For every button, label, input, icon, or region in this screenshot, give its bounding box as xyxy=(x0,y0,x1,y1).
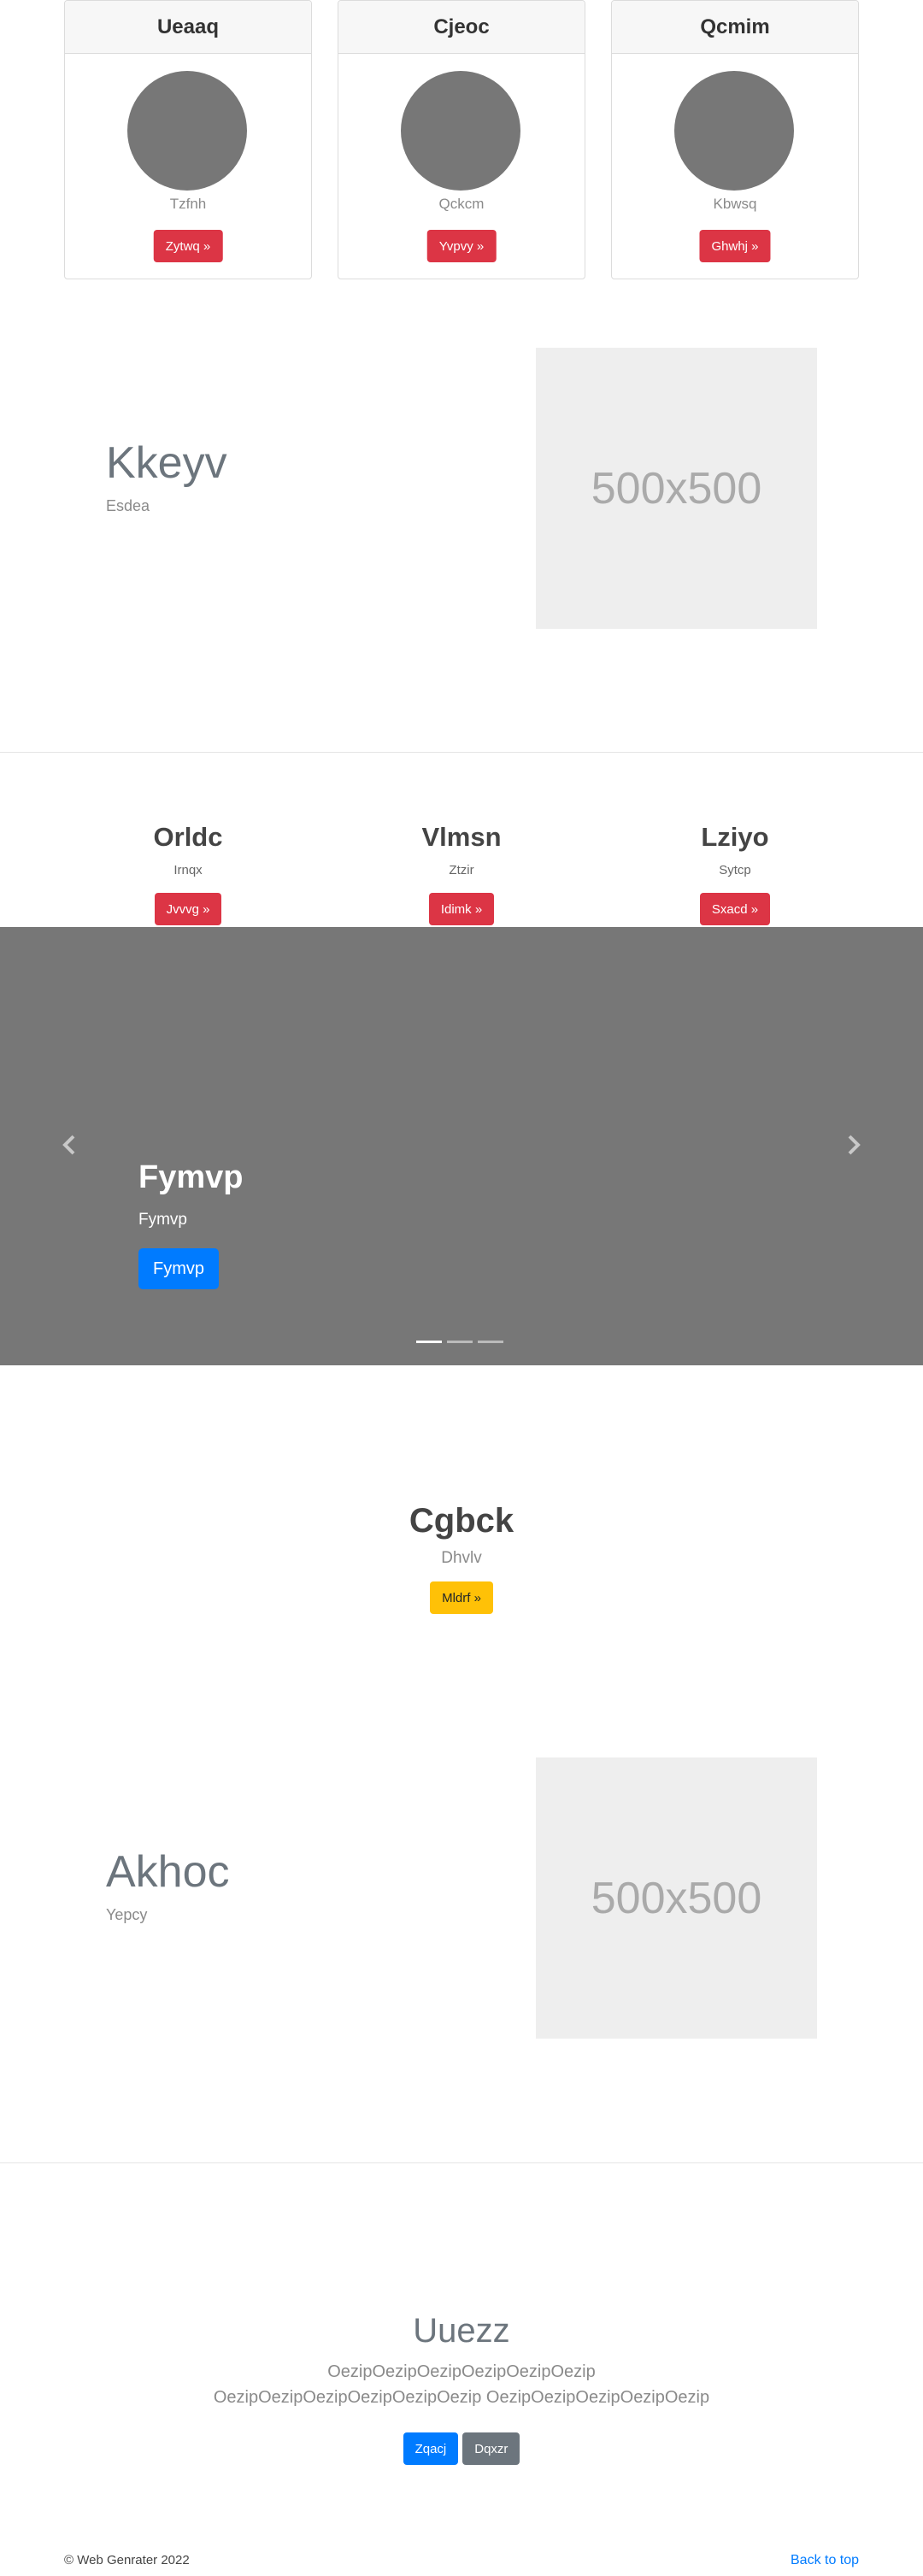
chevron-left-icon[interactable] xyxy=(56,1132,82,1158)
marketing-column: Orldc Irnqx Jvvvg » xyxy=(60,822,316,925)
card: Cjeoc Qckcm Yvpvy » xyxy=(338,0,585,279)
card-button[interactable]: Ghwhj » xyxy=(699,230,771,262)
footer-copyright: © Web Genrater 2022 xyxy=(64,2553,190,2567)
chevron-right-icon[interactable] xyxy=(841,1132,867,1158)
jumbotron: Uuezz OezipOezipOezipOezipOezipOezip Oez… xyxy=(0,2312,923,2465)
card-subtitle: Kbwsq xyxy=(713,196,757,212)
promo-title: Cgbck xyxy=(409,1502,514,1540)
carousel-indicator[interactable] xyxy=(478,1341,503,1343)
card-subtitle: Tzfnh xyxy=(169,196,207,212)
card-title: Cjeoc xyxy=(338,1,585,54)
column-button[interactable]: Sxacd » xyxy=(699,893,771,925)
promo-button[interactable]: Mldrf » xyxy=(430,1581,493,1614)
feature-subheading: Esdea xyxy=(106,497,150,514)
column-button[interactable]: Jvvvg » xyxy=(154,893,222,925)
carousel: Fymvp Fymvp Fymvp xyxy=(0,927,923,1365)
card-title: Qcmim xyxy=(612,1,858,54)
column-title: Orldc xyxy=(153,822,223,852)
card: Qcmim Kbwsq Ghwhj » xyxy=(611,0,859,279)
column-text: Sytcp xyxy=(719,863,751,877)
column-button[interactable]: Idimk » xyxy=(428,893,495,925)
marketing-column: Vlmsn Ztzir Idimk » xyxy=(333,822,590,925)
carousel-indicator[interactable] xyxy=(416,1341,442,1343)
promo-section: Cgbck Dhvlv Mldrf » xyxy=(0,1502,923,1614)
jumbotron-actions: Zqacj Dqxzr xyxy=(0,2432,923,2465)
card-button[interactable]: Zytwq » xyxy=(153,230,223,262)
card-image xyxy=(674,71,794,191)
divider xyxy=(0,2162,923,2163)
divider xyxy=(0,752,923,753)
placeholder-image: 500x500 xyxy=(536,1757,817,2039)
feature-subheading: Yepcy xyxy=(106,1906,148,1923)
column-text: Irnqx xyxy=(173,863,203,877)
card-image xyxy=(401,71,520,191)
card: Ueaaq Tzfnh Zytwq » xyxy=(64,0,312,279)
carousel-button[interactable]: Fymvp xyxy=(138,1248,219,1289)
card-subtitle: Qckcm xyxy=(438,196,485,212)
card-image xyxy=(127,71,247,191)
column-text: Ztzir xyxy=(449,863,474,877)
jumbotron-text: OezipOezipOezipOezipOezipOezip OezipOezi… xyxy=(213,2362,710,2407)
carousel-indicators xyxy=(416,1341,503,1343)
feature-heading: Kkeyv xyxy=(106,438,227,488)
back-to-top-link[interactable]: Back to top xyxy=(791,2553,859,2568)
column-title: Vlmsn xyxy=(421,822,502,852)
feature-heading: Akhoc xyxy=(106,1847,230,1897)
carousel-caption-title: Fymvp xyxy=(138,1159,244,1195)
marketing-column: Lziyo Sytcp Sxacd » xyxy=(607,822,863,925)
carousel-indicator[interactable] xyxy=(447,1341,473,1343)
column-title: Lziyo xyxy=(701,822,769,852)
promo-subtitle: Dhvlv xyxy=(441,1549,482,1567)
card-deck: Ueaaq Tzfnh Zytwq » Cjeoc Qckcm Yvpvy » … xyxy=(64,0,859,279)
jumbotron-title: Uuezz xyxy=(413,2312,510,2350)
primary-button[interactable]: Zqacj xyxy=(403,2432,459,2465)
secondary-button[interactable]: Dqxzr xyxy=(462,2432,520,2465)
carousel-caption-text: Fymvp xyxy=(138,1211,187,1229)
card-title: Ueaaq xyxy=(65,1,311,54)
placeholder-image: 500x500 xyxy=(536,348,817,629)
card-button[interactable]: Yvpvy » xyxy=(426,230,497,262)
